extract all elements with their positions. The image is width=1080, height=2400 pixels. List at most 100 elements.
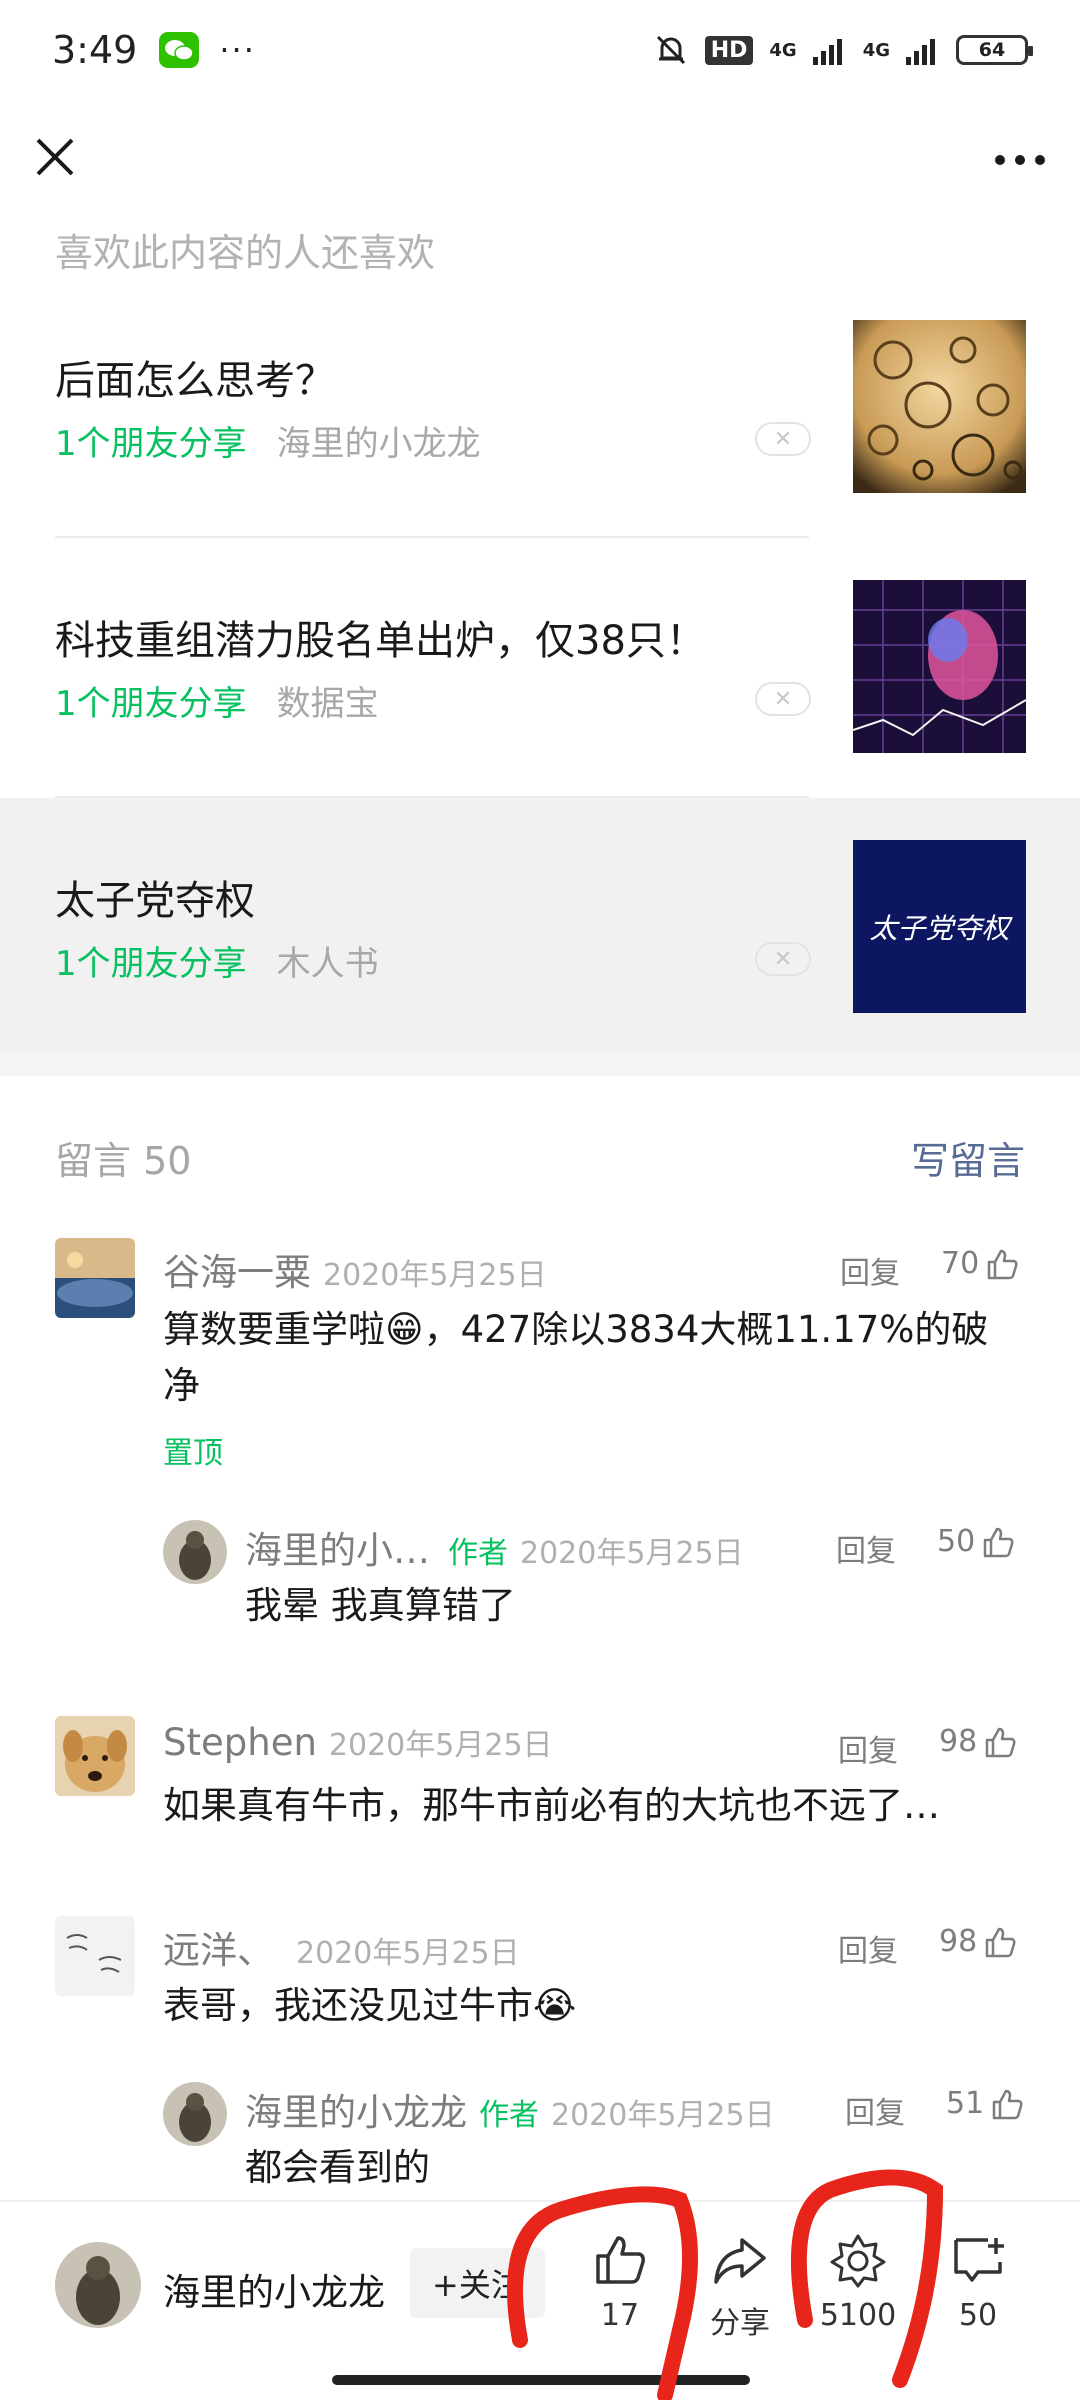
thumbs-up-icon bbox=[596, 2236, 645, 2284]
avatar[interactable] bbox=[55, 1716, 135, 1796]
wechat-icon bbox=[159, 32, 200, 68]
recommend-title: 科技重组潜力股名单出炉，仅38只！ bbox=[55, 618, 706, 664]
comment-date: 2020年5月25日 bbox=[296, 1936, 520, 1971]
author-avatar[interactable] bbox=[55, 2242, 141, 2328]
author-badge: 作者 bbox=[479, 2098, 539, 2133]
friend-share-label: 1个朋友分享 bbox=[55, 424, 247, 464]
signal-icon bbox=[812, 39, 842, 65]
wow-star-icon bbox=[830, 2234, 886, 2288]
thumbs-up-icon bbox=[985, 1727, 1016, 1757]
wow-total: 5100 bbox=[819, 2298, 897, 2333]
network-label-1: 4G bbox=[769, 39, 797, 61]
comment-text: 我晕 我真算错了 bbox=[245, 1584, 516, 1627]
close-small-icon: ✕ bbox=[773, 426, 793, 452]
recommend-source: 数据宝 bbox=[276, 684, 379, 724]
nav-bar bbox=[0, 100, 1080, 220]
comment-text: 算数要重学啦😁，427除以3834大概11.17%的破 净 bbox=[163, 1302, 988, 1414]
thumbnail-title: 太子党夺权 bbox=[869, 911, 1010, 945]
recommend-item[interactable]: 后面怎么思考？ 1个朋友分享 海里的小龙龙 ✕ bbox=[0, 278, 1080, 536]
dismiss-button[interactable]: ✕ bbox=[755, 422, 811, 456]
status-bar: 3:49 ··· HD 4G 4G 64 bbox=[0, 0, 1080, 100]
like-button[interactable]: 50 bbox=[937, 1524, 1015, 1559]
share-label: 分享 bbox=[710, 2306, 770, 2341]
follow-button[interactable]: +关注 bbox=[410, 2248, 545, 2318]
avatar[interactable] bbox=[163, 2082, 227, 2146]
avatar[interactable] bbox=[163, 1520, 227, 1584]
reply-button[interactable]: 回复 bbox=[838, 1726, 898, 1770]
comment-date: 2020年5月25日 bbox=[520, 1536, 744, 1571]
wow-action[interactable]: 5100 bbox=[808, 2232, 908, 2333]
avatar[interactable] bbox=[55, 1238, 135, 1318]
comment-date: 2020年5月25日 bbox=[323, 1258, 547, 1293]
write-comment-button[interactable]: 写留言 bbox=[911, 1130, 1025, 1185]
reply-button[interactable]: 回复 bbox=[840, 1248, 900, 1292]
pinned-label: 置顶 bbox=[163, 1436, 223, 1471]
comment-date: 2020年5月25日 bbox=[551, 2098, 775, 2133]
commenter-name: 海里的小龙龙 bbox=[245, 2091, 467, 2134]
recommend-meta: 1个朋友分享 海里的小龙龙 bbox=[55, 416, 481, 465]
commenter-name: Stephen bbox=[163, 1721, 317, 1764]
reply-button[interactable]: 回复 bbox=[836, 1526, 896, 1570]
friend-share-label: 1个朋友分享 bbox=[55, 684, 247, 724]
author-name[interactable]: 海里的小龙龙 bbox=[163, 2262, 385, 2316]
comment-author: 海里的小龙龙 作者 2020年5月25日 bbox=[245, 2082, 775, 2136]
thumbs-up-icon bbox=[992, 2089, 1023, 2119]
recommend-item[interactable]: 太子党夺权 1个朋友分享 木人书 ✕ 太子党夺权 bbox=[0, 798, 1080, 1056]
like-count: 70 bbox=[941, 1246, 980, 1281]
like-button[interactable]: 51 bbox=[946, 2086, 1024, 2121]
comment-action[interactable]: 50 bbox=[928, 2232, 1028, 2333]
comment-text-line: 净 bbox=[163, 1364, 200, 1407]
thumbs-up-icon bbox=[987, 1249, 1018, 1279]
comment-author: 海里的小… 作者 2020年5月25日 bbox=[245, 1520, 744, 1574]
friend-share-label: 1个朋友分享 bbox=[55, 944, 247, 984]
comment-total: 50 bbox=[958, 2298, 998, 2333]
dismiss-button[interactable]: ✕ bbox=[755, 942, 811, 976]
recommend-title: 后面怎么思考？ bbox=[55, 358, 335, 404]
like-button[interactable]: 98 bbox=[939, 1924, 1017, 1959]
like-button[interactable]: 70 bbox=[941, 1246, 1019, 1281]
close-icon[interactable] bbox=[30, 132, 80, 182]
like-count: 50 bbox=[937, 1524, 976, 1559]
comments-count-heading: 留言 50 bbox=[55, 1139, 192, 1183]
recommend-thumbnail bbox=[853, 320, 1026, 493]
home-indicator[interactable] bbox=[332, 2375, 750, 2385]
reply-button[interactable]: 回复 bbox=[845, 2088, 905, 2132]
recommend-title: 太子党夺权 bbox=[55, 878, 255, 924]
like-button[interactable]: 98 bbox=[939, 1724, 1017, 1759]
comment-author: 谷海一粟 2020年5月25日 bbox=[163, 1242, 547, 1296]
status-time: 3:49 bbox=[52, 28, 138, 72]
like-count: 51 bbox=[946, 2086, 985, 2121]
comment-text: 如果真有牛市，那牛市前必有的大坑也不远了… bbox=[163, 1784, 940, 1827]
like-total: 17 bbox=[600, 2298, 640, 2333]
recommend-source: 海里的小龙龙 bbox=[276, 424, 481, 464]
thumbs-up-icon bbox=[983, 1527, 1014, 1557]
status-more-indicator: ··· bbox=[219, 31, 256, 69]
recommend-item[interactable]: 科技重组潜力股名单出炉，仅38只！ 1个朋友分享 数据宝 ✕ bbox=[0, 538, 1080, 796]
close-small-icon: ✕ bbox=[773, 686, 793, 712]
share-action[interactable]: 分享 bbox=[690, 2232, 790, 2342]
hd-badge: HD bbox=[704, 35, 754, 65]
close-small-icon: ✕ bbox=[773, 946, 793, 972]
section-gap bbox=[0, 1052, 1080, 1076]
like-action[interactable]: 17 bbox=[570, 2232, 670, 2333]
commenter-name: 谷海一粟 bbox=[163, 1251, 311, 1294]
reply-button[interactable]: 回复 bbox=[838, 1926, 898, 1970]
recommend-meta: 1个朋友分享 木人书 bbox=[55, 936, 379, 985]
comment-author: Stephen 2020年5月25日 bbox=[163, 1720, 553, 1764]
comment-text: 都会看到的 bbox=[245, 2146, 430, 2189]
comment-author: 远洋、 2020年5月25日 bbox=[163, 1920, 520, 1974]
like-count: 98 bbox=[939, 1724, 978, 1759]
commenter-name: 海里的小… bbox=[245, 1529, 430, 1572]
comment-add-icon bbox=[954, 2238, 1004, 2282]
avatar[interactable] bbox=[55, 1916, 135, 1996]
battery-indicator: 64 bbox=[956, 35, 1033, 65]
signal-icon bbox=[906, 39, 935, 65]
more-options-icon[interactable] bbox=[990, 140, 1050, 180]
recommend-thumbnail bbox=[853, 580, 1026, 753]
recommend-heading: 喜欢此内容的人还喜欢 bbox=[55, 231, 436, 275]
share-arrow-icon bbox=[714, 2238, 766, 2284]
like-count: 98 bbox=[939, 1924, 978, 1959]
recommend-meta: 1个朋友分享 数据宝 bbox=[55, 676, 379, 725]
network-label-2: 4G bbox=[862, 39, 890, 61]
dismiss-button[interactable]: ✕ bbox=[755, 682, 811, 716]
